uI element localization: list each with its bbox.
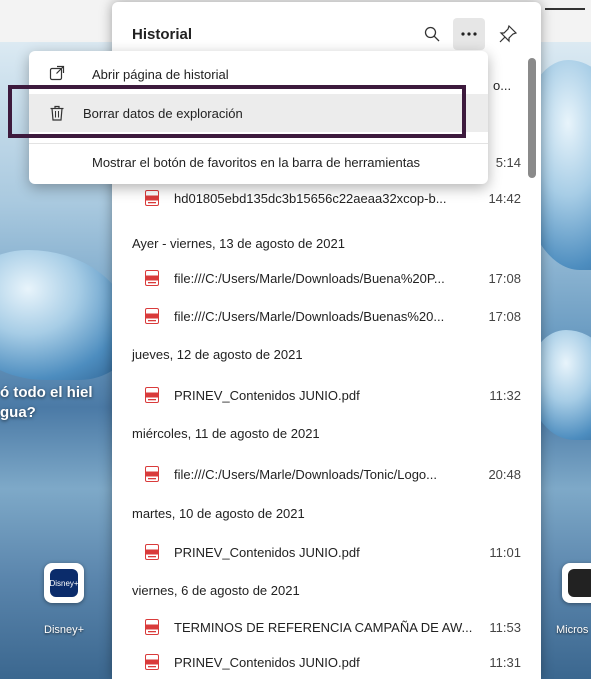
partial-entry-text: o... xyxy=(493,78,512,93)
history-entry-time: 11:53 xyxy=(489,620,521,635)
history-entry-time: 14:42 xyxy=(488,191,521,206)
microsoft-tile-label: Micros xyxy=(556,624,589,636)
history-entry-title: file:///C:/Users/Marle/Downloads/Tonic/L… xyxy=(174,467,437,482)
disney-tile-label: Disney+ xyxy=(44,624,85,636)
history-date-header: martes, 10 de agosto de 2021 xyxy=(132,506,305,521)
microsoft-tile[interactable] xyxy=(562,563,591,603)
pdf-file-icon xyxy=(145,270,159,286)
history-entry-time: 17:08 xyxy=(488,271,521,286)
history-entry-time: 11:01 xyxy=(489,545,521,560)
menu-item-label: Mostrar el botón de favoritos en la barr… xyxy=(92,155,421,170)
history-scrollbar[interactable] xyxy=(528,58,536,178)
pdf-file-icon xyxy=(145,387,159,403)
history-entry[interactable]: PRINEV_Contenidos JUNIO.pdf 11:32 xyxy=(112,384,524,408)
menu-item-show-favorites-button[interactable]: Mostrar el botón de favoritos en la barr… xyxy=(29,144,488,184)
pin-button[interactable] xyxy=(492,18,524,50)
search-icon xyxy=(424,26,440,42)
disney-tile[interactable]: Disney+ xyxy=(44,563,84,603)
pdf-file-icon xyxy=(145,619,159,635)
microsoft-icon xyxy=(568,569,591,597)
search-button[interactable] xyxy=(416,18,448,50)
history-entry-title: hd01805ebd135dc3b15656c22aeaa32xcop-b... xyxy=(174,191,447,206)
history-date-header: Ayer - viernes, 13 de agosto de 2021 xyxy=(132,236,345,251)
pdf-file-icon xyxy=(145,308,159,324)
pdf-file-icon xyxy=(145,654,159,670)
pdf-file-icon xyxy=(145,466,159,482)
history-entry-time: 11:32 xyxy=(489,388,521,403)
history-entry-title: PRINEV_Contenidos JUNIO.pdf xyxy=(174,545,360,560)
history-entry-title: PRINEV_Contenidos JUNIO.pdf xyxy=(174,655,360,670)
partial-entry-time: 5:14 xyxy=(495,155,521,170)
history-entry[interactable]: TERMINOS DE REFERENCIA CAMPAÑA DE AW... 1… xyxy=(112,616,524,640)
pdf-file-icon xyxy=(145,544,159,560)
history-entry-title: TERMINOS DE REFERENCIA CAMPAÑA DE AW... xyxy=(174,620,473,635)
history-entry-title: file:///C:/Users/Marle/Downloads/Buenas%… xyxy=(174,309,445,324)
news-headline-line2[interactable]: gua? xyxy=(0,404,36,421)
history-entry-time: 17:08 xyxy=(488,309,521,324)
history-entry[interactable]: PRINEV_Contenidos JUNIO.pdf 11:31 xyxy=(112,651,524,675)
history-entry-time: 20:48 xyxy=(488,467,521,482)
history-entry[interactable]: file:///C:/Users/Marle/Downloads/Tonic/L… xyxy=(112,463,524,487)
history-entry[interactable]: hd01805ebd135dc3b15656c22aeaa32xcop-b...… xyxy=(112,187,524,211)
menu-item-label: Abrir página de historial xyxy=(92,67,229,82)
history-entry[interactable]: file:///C:/Users/Marle/Downloads/Buenas%… xyxy=(112,305,524,329)
history-entry-time: 11:31 xyxy=(489,655,521,670)
history-date-header: jueves, 12 de agosto de 2021 xyxy=(132,347,303,362)
history-date-header: viernes, 6 de agosto de 2021 xyxy=(132,583,300,598)
history-title: Historial xyxy=(132,26,193,43)
pdf-file-icon xyxy=(145,190,159,206)
history-entry[interactable]: PRINEV_Contenidos JUNIO.pdf 11:01 xyxy=(112,541,524,565)
more-icon xyxy=(461,32,477,36)
history-entry-title: PRINEV_Contenidos JUNIO.pdf xyxy=(174,388,360,403)
more-options-button[interactable] xyxy=(453,18,485,50)
window-edge xyxy=(545,8,585,10)
iceberg-image xyxy=(0,250,130,380)
disney-plus-icon: Disney+ xyxy=(49,569,79,597)
history-date-header: miércoles, 11 de agosto de 2021 xyxy=(132,426,320,441)
pin-icon xyxy=(499,25,517,43)
news-headline-line1[interactable]: ó todo el hiel xyxy=(0,384,93,401)
open-external-icon xyxy=(49,65,65,81)
annotation-highlight-box xyxy=(8,85,466,138)
history-entry-title: file:///C:/Users/Marle/Downloads/Buena%2… xyxy=(174,271,445,286)
history-entry[interactable]: file:///C:/Users/Marle/Downloads/Buena%2… xyxy=(112,267,524,291)
